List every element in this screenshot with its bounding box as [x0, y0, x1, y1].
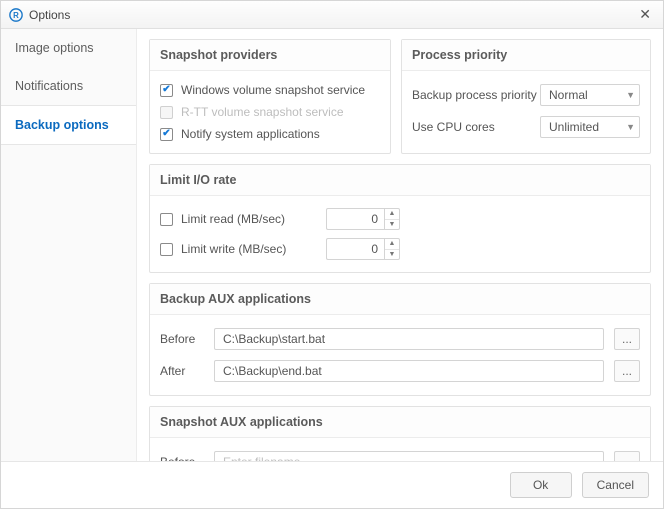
window-title: Options — [29, 8, 70, 22]
group-heading: Backup AUX applications — [150, 284, 650, 315]
chevron-up-icon[interactable]: ▲ — [385, 239, 399, 250]
check-icon — [160, 106, 173, 119]
close-icon[interactable]: ✕ — [635, 6, 655, 23]
sidebar-item-backup-options[interactable]: Backup options — [1, 105, 136, 145]
checkbox-label: R-TT volume snapshot service — [181, 105, 344, 119]
group-heading: Snapshot providers — [150, 40, 390, 71]
svg-text:R: R — [13, 11, 19, 20]
group-heading: Process priority — [402, 40, 650, 71]
footer: Ok Cancel — [1, 461, 663, 508]
backup-aux-before-input[interactable] — [214, 328, 604, 350]
chevron-down-icon: ▼ — [626, 90, 635, 100]
check-icon — [160, 243, 173, 256]
main-panel: Snapshot providers Windows volume snapsh… — [137, 29, 663, 461]
sidebar-item-notifications[interactable]: Notifications — [1, 67, 136, 105]
backup-aux-after-input[interactable] — [214, 360, 604, 382]
browse-button[interactable]: ... — [614, 451, 640, 461]
checkbox-limit-read[interactable]: Limit read (MB/sec) — [160, 212, 285, 226]
limit-write-input[interactable] — [326, 238, 384, 260]
group-backup-aux: Backup AUX applications Before ... After… — [149, 283, 651, 396]
browse-button[interactable]: ... — [614, 328, 640, 350]
select-value: Unlimited — [549, 120, 599, 134]
cores-label: Use CPU cores — [412, 120, 495, 134]
check-icon — [160, 213, 173, 226]
spinner[interactable]: ▲ ▼ — [384, 208, 400, 230]
checkbox-label: Notify system applications — [181, 127, 320, 141]
checkbox-notify-system[interactable]: Notify system applications — [160, 123, 380, 145]
group-snapshot-providers: Snapshot providers Windows volume snapsh… — [149, 39, 391, 154]
group-process-priority: Process priority Backup process priority… — [401, 39, 651, 154]
chevron-down-icon: ▼ — [626, 122, 635, 132]
aux-after-label: After — [160, 364, 204, 378]
sidebar-item-image-options[interactable]: Image options — [1, 29, 136, 67]
group-heading: Snapshot AUX applications — [150, 407, 650, 438]
group-snapshot-aux: Snapshot AUX applications Before ... Aft… — [149, 406, 651, 461]
check-icon — [160, 84, 173, 97]
check-icon — [160, 128, 173, 141]
checkbox-label: Limit read (MB/sec) — [181, 212, 285, 226]
priority-select[interactable]: Normal ▼ — [540, 84, 640, 106]
group-limit-io: Limit I/O rate Limit read (MB/sec) ▲ ▼ — [149, 164, 651, 273]
aux-before-label: Before — [160, 332, 204, 346]
select-value: Normal — [549, 88, 588, 102]
group-heading: Limit I/O rate — [150, 165, 650, 196]
chevron-down-icon[interactable]: ▼ — [385, 220, 399, 230]
sidebar: Image options Notifications Backup optio… — [1, 29, 137, 461]
snapshot-aux-before-input[interactable] — [214, 451, 604, 461]
app-icon: R — [9, 8, 23, 22]
spinner[interactable]: ▲ ▼ — [384, 238, 400, 260]
cancel-button[interactable]: Cancel — [582, 472, 649, 498]
chevron-up-icon[interactable]: ▲ — [385, 209, 399, 220]
ok-button[interactable]: Ok — [510, 472, 572, 498]
cores-select[interactable]: Unlimited ▼ — [540, 116, 640, 138]
titlebar: R Options ✕ — [1, 1, 663, 29]
chevron-down-icon[interactable]: ▼ — [385, 250, 399, 260]
checkbox-label: Windows volume snapshot service — [181, 83, 365, 97]
checkbox-rtt-vss: R-TT volume snapshot service — [160, 101, 380, 123]
limit-read-input[interactable] — [326, 208, 384, 230]
browse-button[interactable]: ... — [614, 360, 640, 382]
checkbox-label: Limit write (MB/sec) — [181, 242, 286, 256]
checkbox-windows-vss[interactable]: Windows volume snapshot service — [160, 79, 380, 101]
checkbox-limit-write[interactable]: Limit write (MB/sec) — [160, 242, 286, 256]
priority-label: Backup process priority — [412, 88, 537, 102]
